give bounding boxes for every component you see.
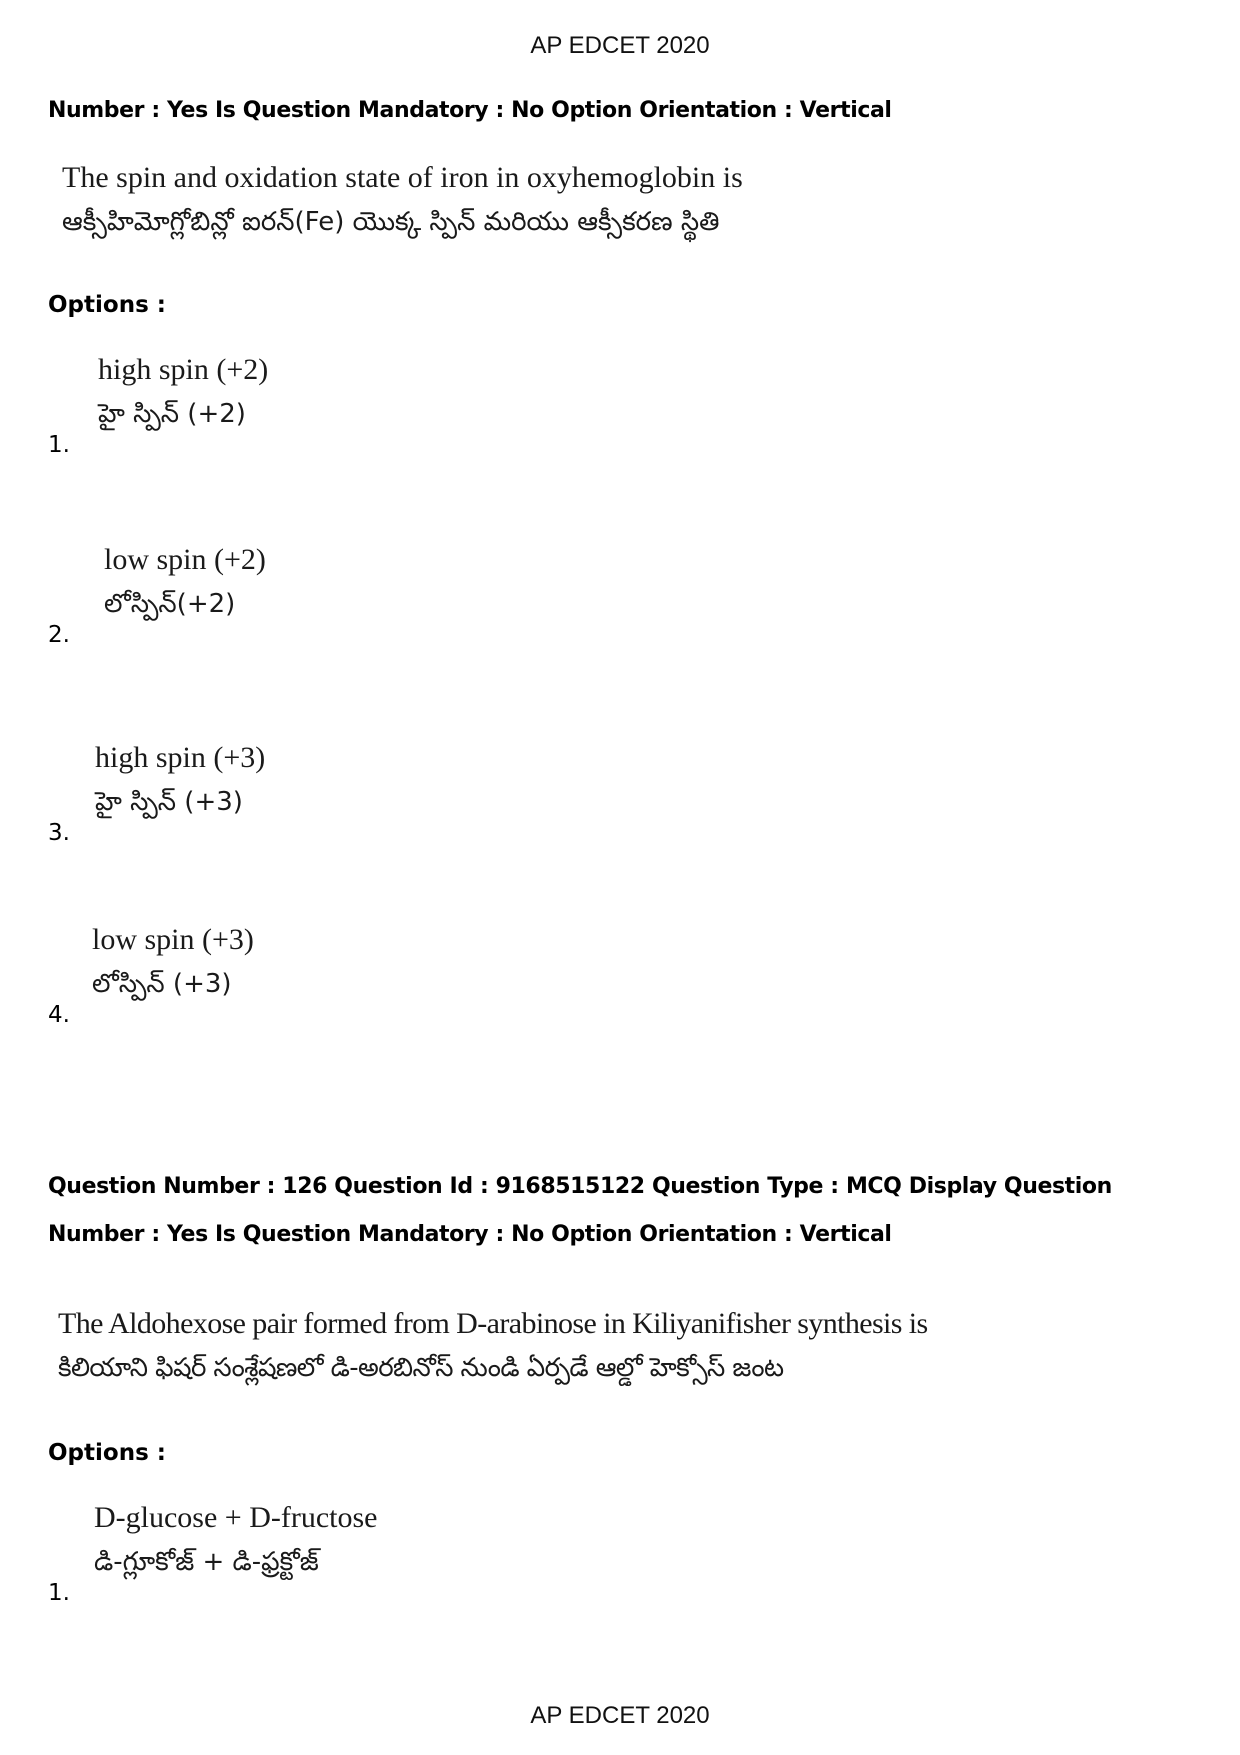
- option-number: 4.: [48, 1002, 70, 1028]
- question-126-option-1[interactable]: 1. D-glucose + D-fructose డి-గ్లూకోజ్ + …: [48, 1496, 748, 1606]
- option-text-telugu: లోస్పిన్ (+3): [92, 969, 232, 999]
- question-125-option-2[interactable]: 2. low spin (+2) లోస్పిన్(+2): [48, 538, 748, 648]
- option-text-english: D-glucose + D-fructose: [94, 1501, 378, 1534]
- question-125-option-1[interactable]: 1. high spin (+2) హై స్పిన్ (+2): [48, 348, 748, 458]
- option-number: 2.: [48, 622, 70, 648]
- option-text-telugu: లోస్పిన్(+2): [104, 589, 236, 619]
- question-125-meta: Number : Yes Is Question Mandatory : No …: [48, 98, 892, 123]
- question-126-text: The Aldohexose pair formed from D-arabin…: [58, 1302, 928, 1390]
- option-text-english: low spin (+2): [104, 543, 266, 576]
- question-125-text-telugu: ఆక్సీహిమోగ్లోబిన్లో ఐరన్(Fe) యొక్క స్పిన…: [62, 207, 720, 237]
- option-text: high spin (+2) హై స్పిన్ (+2): [98, 348, 268, 436]
- question-126-options-label: Options :: [48, 1440, 166, 1466]
- option-text-english: high spin (+3): [95, 741, 266, 774]
- option-text-telugu: హై స్పిన్ (+3): [95, 787, 243, 817]
- question-125-text: The spin and oxidation state of iron in …: [62, 156, 743, 244]
- question-125-option-3[interactable]: 3. high spin (+3) హై స్పిన్ (+3): [48, 736, 748, 846]
- option-text: low spin (+2) లోస్పిన్(+2): [104, 538, 266, 626]
- option-text: low spin (+3) లోస్పిన్ (+3): [92, 918, 254, 1006]
- question-125-options-label: Options :: [48, 292, 166, 318]
- option-text: high spin (+3) హై స్పిన్ (+3): [95, 736, 265, 824]
- page-footer-title: AP EDCET 2020: [530, 1702, 710, 1729]
- option-text-telugu: హై స్పిన్ (+2): [98, 399, 246, 429]
- question-126-text-english: The Aldohexose pair formed from D-arabin…: [58, 1307, 928, 1340]
- option-number: 1.: [48, 1580, 70, 1606]
- question-125-option-4[interactable]: 4. low spin (+3) లోస్పిన్ (+3): [48, 918, 748, 1028]
- option-number: 1.: [48, 432, 70, 458]
- option-text-english: high spin (+2): [98, 353, 269, 386]
- option-number: 3.: [48, 820, 70, 846]
- question-125-text-english: The spin and oxidation state of iron in …: [62, 161, 743, 194]
- option-text-telugu: డి-గ్లూకోజ్ + డి-ఫ్రక్టోజ్: [94, 1547, 319, 1577]
- question-126-meta-line-1: Question Number : 126 Question Id : 9168…: [48, 1174, 1112, 1199]
- page-header-title: AP EDCET 2020: [530, 32, 710, 59]
- question-126-meta-line-2: Number : Yes Is Question Mandatory : No …: [48, 1222, 892, 1247]
- option-text: D-glucose + D-fructose డి-గ్లూకోజ్ + డి-…: [94, 1496, 378, 1584]
- option-text-english: low spin (+3): [92, 923, 254, 956]
- question-126-text-telugu: కిలియాని ఫిషర్ సంశ్లేషణలో డి-అరబినోస్ ను…: [58, 1353, 784, 1383]
